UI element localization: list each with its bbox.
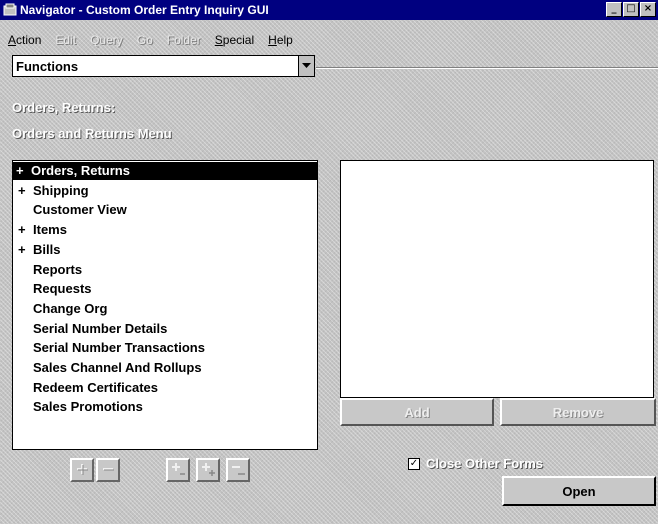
- list-item-label: Orders, Returns: [31, 163, 130, 178]
- list-item[interactable]: Requests: [15, 280, 315, 298]
- list-item-label: Items: [33, 222, 67, 238]
- list-item[interactable]: Change Org: [15, 300, 315, 318]
- title-bar: Navigator - Custom Order Entry Inquiry G…: [0, 0, 658, 20]
- open-button[interactable]: Open: [502, 476, 656, 506]
- list-item[interactable]: Redeem Certificates: [15, 379, 315, 397]
- separator-line: [316, 67, 658, 69]
- menu-title-label: Orders and Returns Menu: [12, 126, 172, 141]
- list-item[interactable]: Sales Promotions: [15, 398, 315, 416]
- collapse-all-button[interactable]: [226, 458, 250, 482]
- list-item[interactable]: + Orders, Returns: [13, 162, 317, 180]
- menu-item-label: pecial: [222, 33, 255, 47]
- menu-item[interactable]: Go: [137, 33, 153, 47]
- menu-item-label: Folder: [166, 33, 201, 47]
- menu-item[interactable]: Help: [268, 33, 293, 47]
- list-item-label: Bills: [33, 241, 61, 257]
- collapse-icon: [101, 462, 115, 479]
- remove-button[interactable]: Remove: [500, 398, 656, 426]
- menu-bar: Action Edit Query Go Folder Special Help: [0, 31, 658, 49]
- functions-dropdown[interactable]: Functions: [12, 55, 315, 77]
- list-item-label: Serial Number Details: [33, 320, 168, 336]
- close-other-forms[interactable]: ✓ Close Other Forms: [408, 456, 543, 471]
- collapse-all-icon: [230, 461, 246, 480]
- close-other-forms-checkbox[interactable]: ✓: [408, 457, 420, 470]
- menu-item[interactable]: Action: [8, 33, 41, 47]
- expand-marker-icon: +: [18, 182, 26, 198]
- check-icon: ✓: [409, 457, 419, 469]
- list-item-label: Reports: [33, 261, 83, 277]
- list-item-label: Customer View: [33, 202, 127, 218]
- menu-item-label: ction: [16, 33, 42, 47]
- expand-icon: [75, 462, 89, 479]
- list-item-label: Requests: [33, 281, 92, 297]
- expand-marker-icon: +: [16, 163, 24, 178]
- maximize-button[interactable]: □: [623, 2, 639, 17]
- expand-all-button[interactable]: [196, 458, 220, 482]
- expand-branch-button[interactable]: [166, 458, 190, 482]
- menu-item[interactable]: Edit: [55, 33, 76, 47]
- menu-item[interactable]: Special: [215, 33, 254, 47]
- menu-mnemonic: H: [268, 33, 277, 47]
- list-item-label: Redeem Certificates: [33, 379, 158, 395]
- list-item-label: Shipping: [33, 182, 89, 198]
- close-button[interactable]: ×: [640, 2, 656, 17]
- expand-button[interactable]: [70, 458, 94, 482]
- window-controls: _ □ ×: [606, 2, 656, 17]
- context-label: Orders, Returns:: [12, 100, 116, 115]
- expand-branch-icon: [170, 461, 186, 480]
- menu-item[interactable]: Query: [90, 33, 123, 47]
- list-item[interactable]: + Shipping: [15, 182, 315, 200]
- list-item[interactable]: + Bills: [15, 241, 315, 259]
- list-item[interactable]: Reports: [15, 261, 315, 279]
- expand-marker-icon: +: [18, 241, 26, 257]
- menu-item-label: Query: [90, 33, 123, 47]
- menu-mnemonic: S: [214, 33, 223, 47]
- functions-dropdown-value: Functions: [16, 59, 79, 74]
- menu-mnemonic: A: [8, 33, 17, 47]
- close-other-forms-label: Close Other Forms: [426, 456, 544, 471]
- add-button[interactable]: Add: [340, 398, 494, 426]
- list-item[interactable]: Sales Channel And Rollups: [15, 359, 315, 377]
- list-item-label: Sales Promotions: [33, 399, 143, 415]
- chevron-down-icon[interactable]: [298, 56, 314, 76]
- list-item[interactable]: Serial Number Transactions: [15, 339, 315, 357]
- minimize-button[interactable]: _: [606, 2, 622, 17]
- list-item-label: Serial Number Transactions: [33, 340, 205, 356]
- menu-item-label: Go: [136, 33, 153, 47]
- list-item-label: Sales Channel And Rollups: [33, 360, 202, 375]
- collapse-button[interactable]: [96, 458, 120, 482]
- expand-all-icon: [200, 461, 216, 480]
- list-item[interactable]: + Items: [15, 221, 315, 239]
- window-title: Navigator - Custom Order Entry Inquiry G…: [20, 3, 269, 17]
- app-icon[interactable]: [3, 3, 17, 17]
- menu-item[interactable]: Folder: [167, 33, 201, 47]
- list-item-label: Change Org: [33, 300, 108, 316]
- menu-item-label: Edit: [55, 33, 77, 47]
- list-item[interactable]: Serial Number Details: [15, 320, 315, 338]
- selected-functions-list[interactable]: [340, 160, 654, 398]
- menu-item-label: elp: [276, 33, 293, 47]
- expand-marker-icon: +: [18, 222, 26, 238]
- list-item[interactable]: Customer View: [15, 201, 315, 219]
- function-list[interactable]: + Orders, Returns + Shipping Customer View + I…: [12, 160, 318, 450]
